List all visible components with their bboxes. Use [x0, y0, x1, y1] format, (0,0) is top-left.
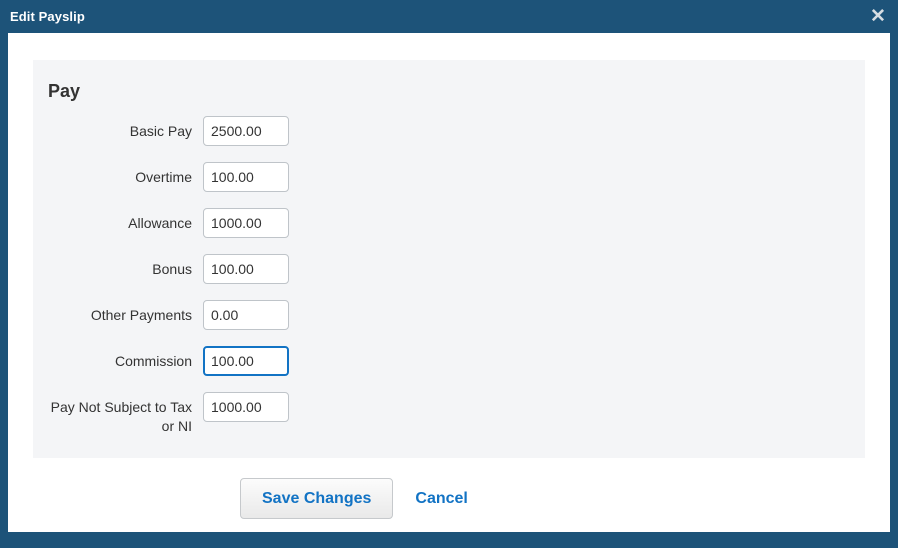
pay-field-list: Basic Pay Overtime Allowance Bonus Other Pay…	[33, 116, 865, 436]
close-icon[interactable]: ✕	[867, 6, 889, 28]
form-row-pay-not-subject-to-tax-or-ni: Pay Not Subject to Tax or NI	[33, 392, 865, 436]
input-allowance[interactable]	[203, 208, 289, 238]
label-allowance: Allowance	[128, 215, 192, 231]
form-row-basic-pay: Basic Pay	[33, 116, 865, 146]
section-title: Pay	[48, 81, 81, 101]
cancel-link[interactable]: Cancel	[415, 489, 467, 508]
label-bonus: Bonus	[152, 261, 192, 277]
modal-panel: Pay Basic Pay Overtime Allowance Bonus Other…	[8, 33, 890, 532]
form-row-other-payments: Other Payments	[33, 300, 865, 330]
label-basic-pay: Basic Pay	[129, 123, 192, 139]
label-pay-not-subject-to-tax-or-ni: Pay Not Subject to Tax or NI	[50, 399, 192, 434]
input-commission[interactable]	[203, 346, 289, 376]
modal-body: Pay Basic Pay Overtime Allowance Bonus Other…	[33, 60, 865, 519]
input-other-payments[interactable]	[203, 300, 289, 330]
save-changes-button[interactable]: Save Changes	[240, 478, 394, 519]
label-commission: Commission	[114, 353, 192, 369]
input-bonus[interactable]	[203, 254, 289, 284]
input-basic-pay[interactable]	[203, 116, 289, 146]
modal-header: Edit Payslip ✕	[0, 0, 898, 33]
edit-payslip-modal: Edit Payslip ✕ Pay Basic Pay Overtime Allo…	[0, 0, 898, 548]
form-row-bonus: Bonus	[33, 254, 865, 284]
form-row-allowance: Allowance	[33, 208, 865, 238]
input-pay-not-subject-to-tax-or-ni[interactable]	[203, 392, 289, 422]
label-overtime: Overtime	[135, 169, 192, 185]
input-overtime[interactable]	[203, 162, 289, 192]
form-row-commission: Commission	[33, 346, 865, 376]
form-row-overtime: Overtime	[33, 162, 865, 192]
modal-actions: Save Changes Cancel	[33, 478, 865, 519]
label-other-payments: Other Payments	[90, 307, 192, 323]
page-title: Edit Payslip	[10, 9, 85, 24]
pay-section: Pay Basic Pay Overtime Allowance Bonus Other…	[33, 60, 865, 458]
